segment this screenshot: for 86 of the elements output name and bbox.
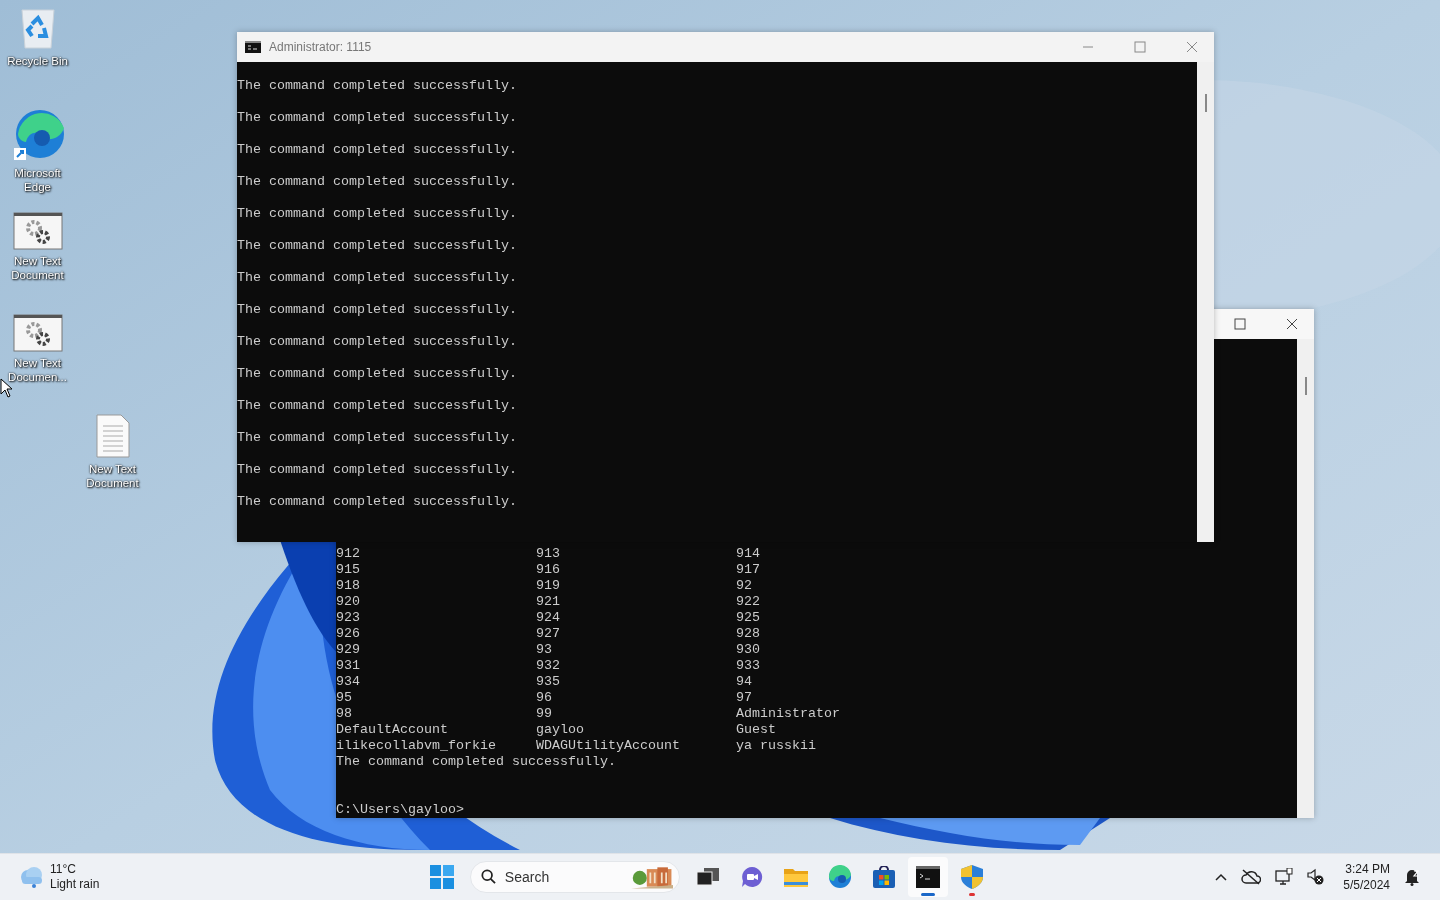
maximize-icon[interactable] (1234, 318, 1246, 330)
console-text: WDAGUtilityAccount (536, 738, 681, 754)
console-text: 931 (336, 658, 361, 674)
windows-logo-icon (430, 865, 454, 889)
console-text: 914 (736, 546, 761, 562)
scrollbar-thumb[interactable] (1305, 377, 1307, 395)
console-text: 912 (336, 546, 361, 562)
console-line: The command completed successfully. (237, 366, 517, 382)
console-icon (245, 41, 261, 53)
close-icon[interactable] (1286, 318, 1298, 330)
console-text: 926 (336, 626, 361, 642)
console-text: ya russkii (736, 738, 817, 754)
browser-icon[interactable] (11, 108, 64, 162)
console-line: The command completed successfully. (237, 110, 517, 126)
console-line: The command completed successfully. (237, 142, 517, 158)
console-text: 924 (536, 610, 561, 626)
console-text: 917 (736, 562, 761, 578)
console-text: 925 (736, 610, 761, 626)
console-text: 913 (536, 546, 561, 562)
console-text: 921 (536, 594, 561, 610)
gears-icon[interactable] (12, 212, 63, 250)
console-line: The command completed successfully. (237, 78, 517, 94)
window-title: Administrator: 1115 (269, 40, 372, 54)
scrollbar[interactable] (1197, 62, 1214, 542)
chevron-up-icon[interactable] (1215, 873, 1228, 881)
temperature-text: 11°C (50, 862, 77, 877)
console-text: 916 (536, 562, 561, 578)
clock-time[interactable]: 3:24 PM (1345, 861, 1390, 877)
console-text: Guest (736, 722, 777, 738)
console-text: Administrator (736, 706, 841, 722)
cloud-off-icon[interactable] (1241, 869, 1262, 885)
console-line: The command completed successfully. (237, 494, 517, 510)
console-text: 930 (736, 642, 761, 658)
console-prompt: C:\Users\gayloo> (336, 802, 464, 818)
console-text: 99 (536, 706, 553, 722)
console-text: 96 (536, 690, 553, 706)
search-bar[interactable]: Search (470, 861, 680, 893)
icon-label: Microsoft Edge (13, 166, 62, 194)
volume-muted-icon[interactable] (1307, 868, 1326, 886)
console-line: The command completed successfully. (237, 462, 517, 478)
console-text: 94 (736, 674, 753, 690)
weather-text: Light rain (50, 877, 100, 892)
console-text: 933 (736, 658, 761, 674)
bell-icon[interactable] (1404, 868, 1420, 886)
terminal-app-icon[interactable] (908, 857, 948, 897)
console-text: DefaultAccount (336, 722, 449, 738)
icon-label: New Text Document (10, 254, 65, 282)
console-line: The command completed successfully. (237, 206, 517, 222)
console-text: 923 (336, 610, 361, 626)
town-icon (630, 864, 673, 890)
console-line: The command completed successfully. (336, 754, 616, 770)
console-line: The command completed successfully. (237, 270, 517, 286)
console-line: The command completed successfully. (237, 174, 517, 190)
console-line: The command completed successfully. (237, 334, 517, 350)
console-text: 927 (536, 626, 561, 642)
console-text: 928 (736, 626, 761, 642)
icon-label: New Text Document (85, 462, 140, 490)
gears-icon[interactable] (12, 314, 63, 352)
icon-label: New Text Documen... (7, 356, 68, 384)
console-text: 915 (336, 562, 361, 578)
console-text: 934 (336, 674, 361, 690)
icon-label: Recycle Bin (6, 54, 69, 68)
console-text: 92 (736, 578, 753, 594)
console-text: 98 (336, 706, 353, 722)
console-line: The command completed successfully. (237, 302, 517, 318)
search-field[interactable]: Search (504, 869, 623, 885)
search-icon (481, 868, 497, 886)
console-text: 97 (736, 690, 753, 706)
console-text: 920 (336, 594, 361, 610)
console-text: 932 (536, 658, 561, 674)
console-line: The command completed successfully. (237, 430, 517, 446)
console-text: gayloo (536, 722, 585, 738)
scrollbar[interactable] (1297, 339, 1314, 818)
console-text: 919 (536, 578, 561, 594)
console-line: The command completed successfully. (237, 238, 517, 254)
console-text: 918 (336, 578, 361, 594)
console-text: 929 (336, 642, 361, 658)
monitor-icon[interactable] (1275, 868, 1294, 886)
console-text: 935 (536, 674, 561, 690)
console-line: The command completed successfully. (237, 398, 517, 414)
console-text: 93 (536, 642, 553, 658)
clock-date[interactable]: 5/5/2024 (1343, 877, 1390, 893)
scrollbar-thumb[interactable] (1205, 94, 1207, 112)
console-text: ilikecollabvm_forkie (336, 738, 497, 754)
console-text: 95 (336, 690, 353, 706)
console-text: 922 (736, 594, 761, 610)
